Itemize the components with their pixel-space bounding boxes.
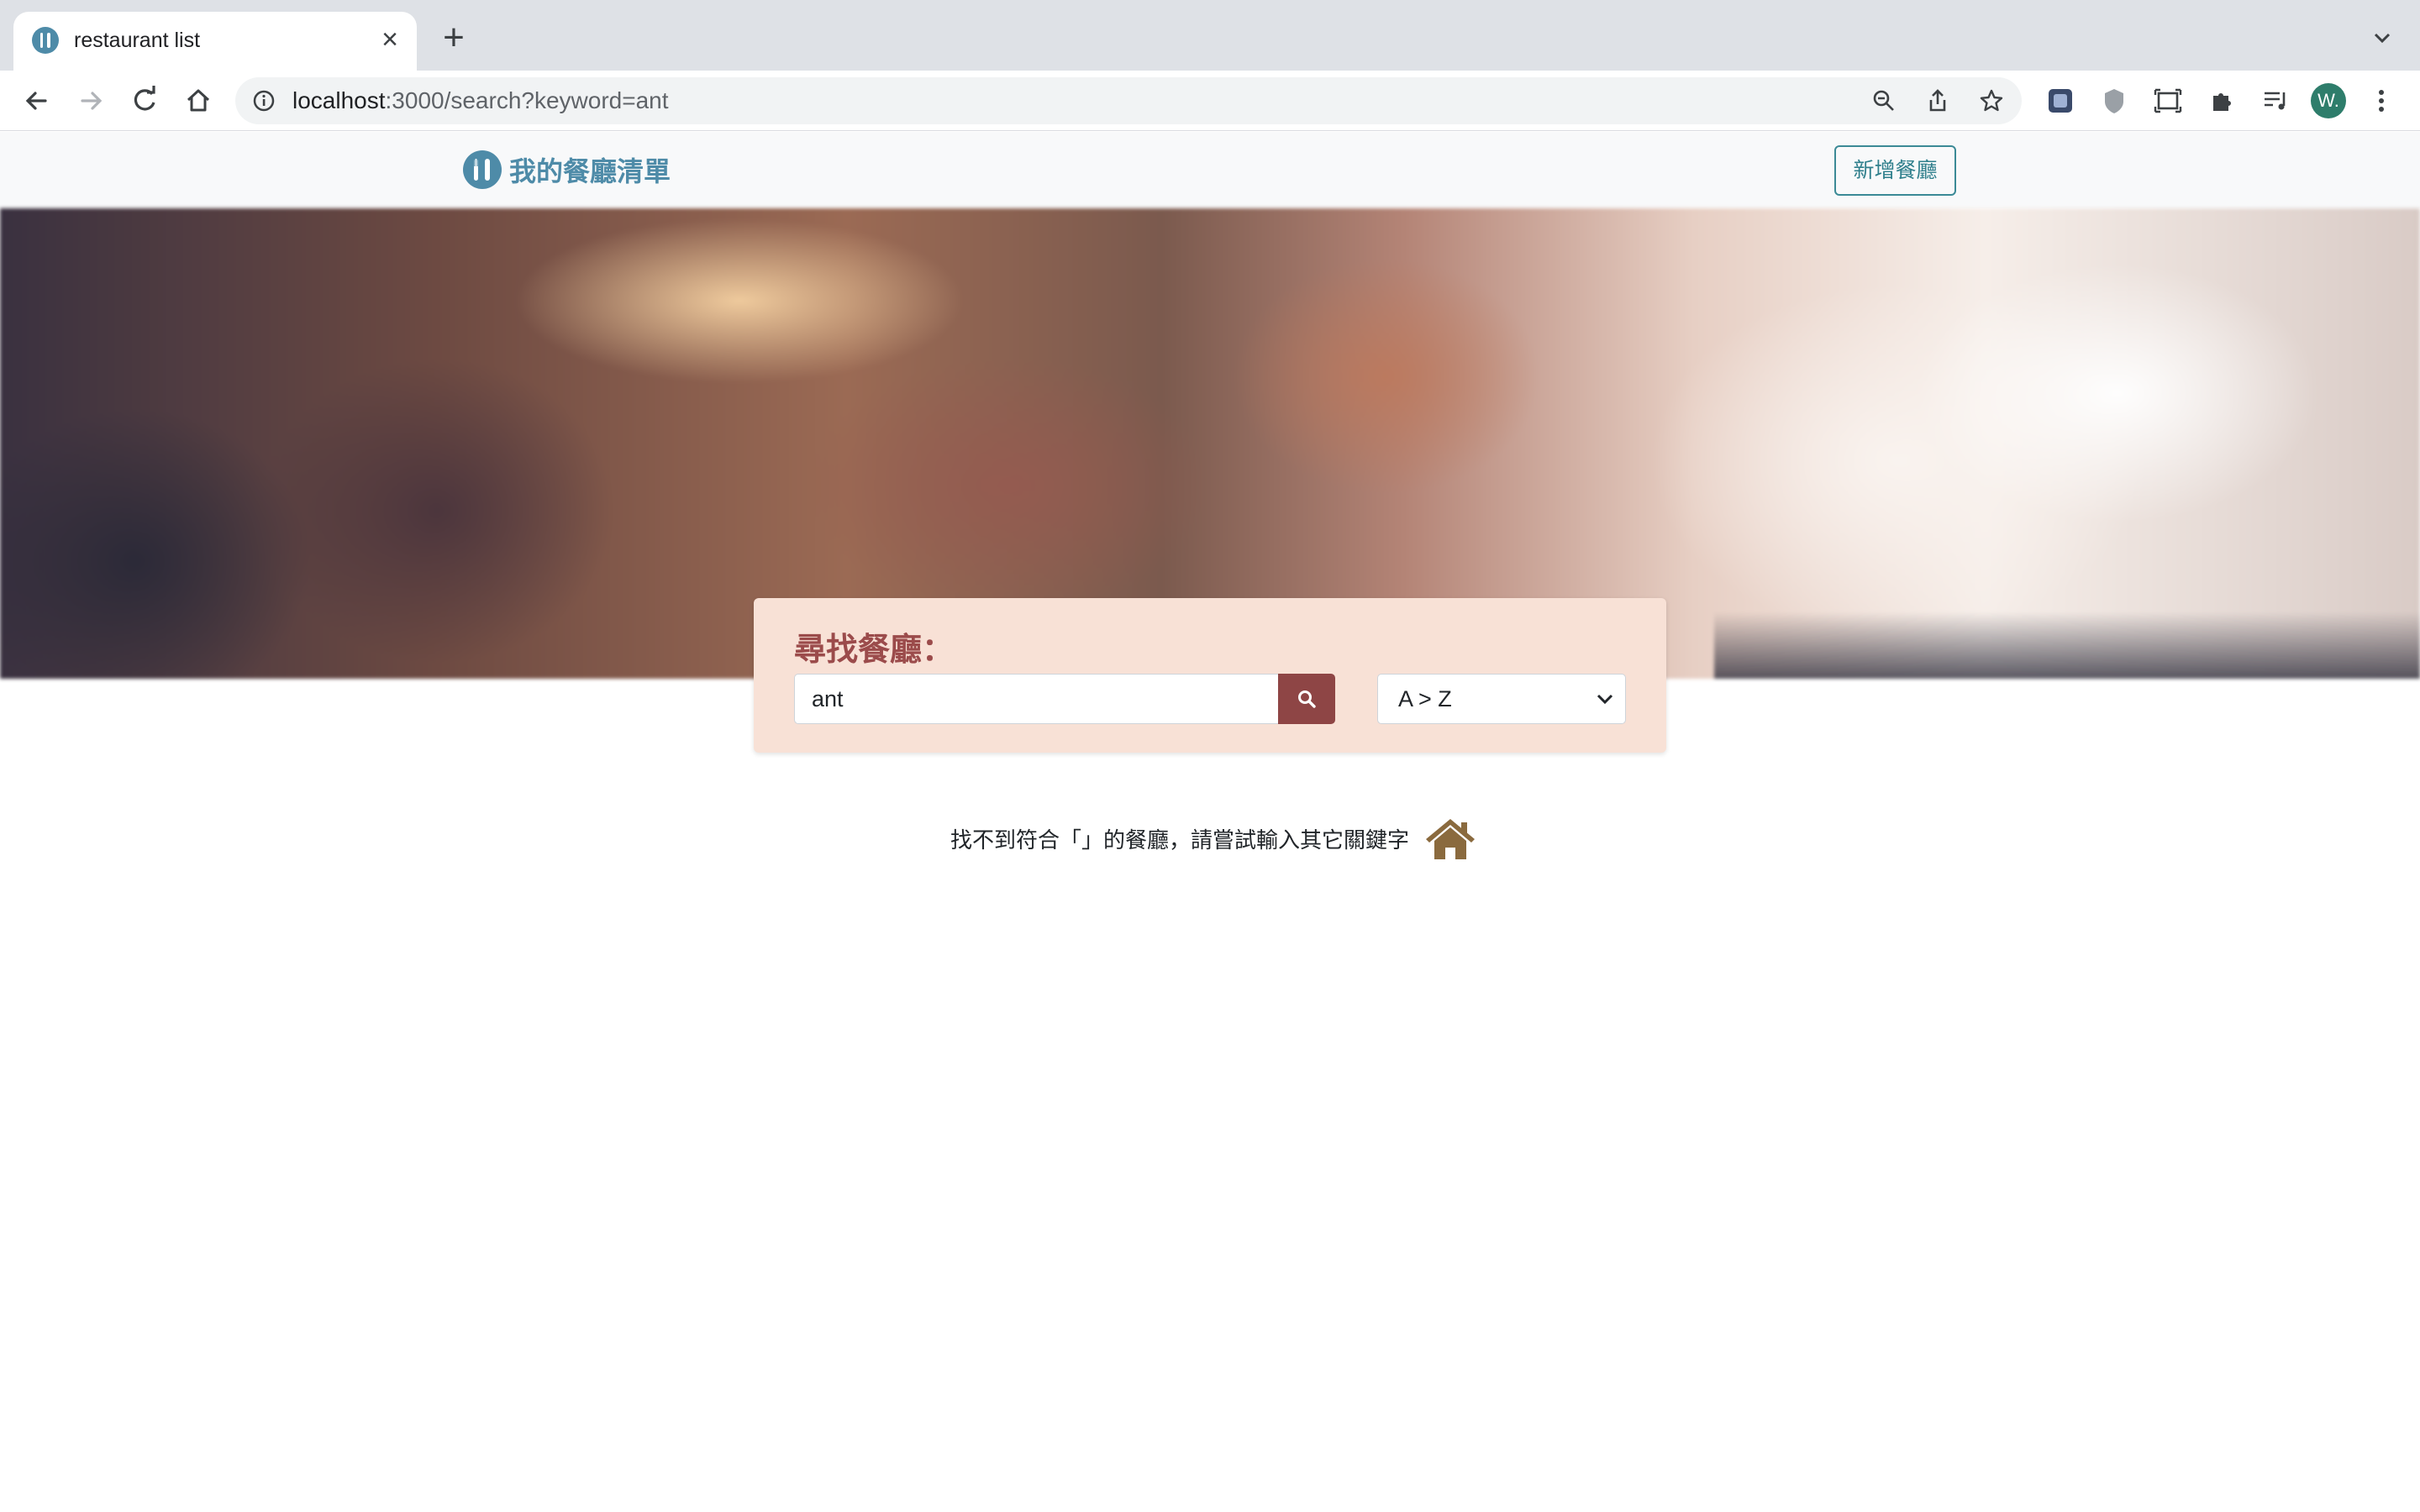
no-results-text: 找不到符合「」的餐廳，請嘗試輸入其它關鍵字 <box>950 827 1410 853</box>
home-button-icon[interactable] <box>180 82 217 119</box>
extension-puzzle-blue-icon[interactable] <box>2045 86 2075 116</box>
star-icon[interactable] <box>1978 87 2005 114</box>
banner-shadow <box>1714 612 2420 679</box>
search-panel: 尋找餐廳： ant A > Z <box>754 598 1666 753</box>
home-icon[interactable] <box>1424 816 1476 861</box>
search-button[interactable] <box>1278 674 1335 724</box>
tab-close-icon[interactable]: × <box>375 25 405 55</box>
screen-capture-icon[interactable] <box>2153 86 2183 116</box>
search-icon <box>1298 690 1316 708</box>
tab-title: restaurant list <box>74 29 201 52</box>
browser-tab[interactable]: restaurant list × <box>13 12 417 71</box>
profile-avatar[interactable]: W. <box>2311 83 2346 118</box>
url-text: localhost:3000/search?keyword=ant <box>292 77 669 124</box>
url-path: :3000/search?keyword=ant <box>385 87 669 113</box>
sort-selected-value: A > Z <box>1398 686 1452 711</box>
utensils-icon <box>463 150 502 189</box>
address-bar[interactable]: localhost:3000/search?keyword=ant <box>235 77 2022 124</box>
reload-icon[interactable] <box>126 82 163 119</box>
browser-toolbar: localhost:3000/search?keyword=ant W. <box>0 71 2420 131</box>
share-icon[interactable] <box>1924 87 1951 114</box>
search-input[interactable]: ant <box>794 674 1278 724</box>
brand-title: 我的餐廳清單 <box>509 156 671 186</box>
more-menu-icon[interactable] <box>2373 86 2390 116</box>
extensions-puzzle-icon[interactable] <box>2207 86 2237 116</box>
search-title: 尋找餐廳： <box>794 633 955 668</box>
browser-tabstrip: restaurant list × + <box>0 0 2420 71</box>
url-host: localhost <box>292 87 386 113</box>
site-navbar: 我的餐廳清單 新增餐廳 <box>0 132 2420 208</box>
add-restaurant-button[interactable]: 新增餐廳 <box>1834 145 1956 196</box>
brand-link[interactable]: 我的餐廳清單 <box>462 149 671 191</box>
new-tab-icon[interactable]: + <box>437 19 471 56</box>
back-arrow-icon[interactable] <box>18 82 55 119</box>
forward-arrow-icon[interactable] <box>72 82 109 119</box>
sort-select[interactable]: A > Z <box>1377 674 1626 724</box>
info-icon[interactable] <box>252 89 276 113</box>
media-queue-icon[interactable] <box>2260 86 2291 116</box>
utensils-icon <box>32 27 59 54</box>
extension-shield-icon[interactable] <box>2099 86 2129 116</box>
zoom-icon[interactable] <box>1870 87 1897 114</box>
chevron-down-icon <box>1597 694 1613 705</box>
chevron-down-icon[interactable] <box>2370 25 2395 50</box>
no-results-message: 找不到符合「」的餐廳，請嘗試輸入其它關鍵字 <box>950 813 1476 864</box>
